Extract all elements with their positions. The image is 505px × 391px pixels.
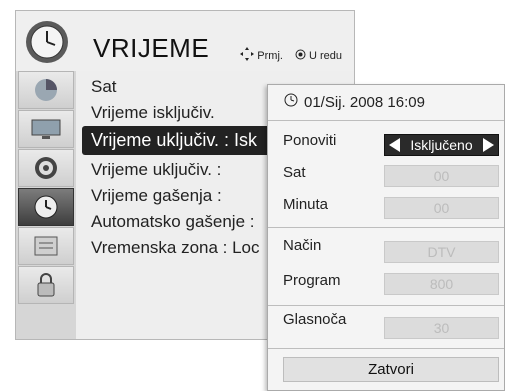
popup-divider [268,305,504,306]
clock-icon [19,16,75,68]
arrow-left-icon[interactable] [389,138,400,152]
audio-icon[interactable] [18,149,74,187]
ok-hint: U redu [295,49,342,63]
screen-icon[interactable] [18,110,74,148]
lock-icon[interactable] [18,266,74,304]
picture-icon[interactable] [18,71,74,109]
popup-datetime: 01/Sij. 2008 16:09 [284,93,425,111]
move-hint-label: Prmj. [257,49,283,62]
menu-item-sleep-timer[interactable]: Vrijeme gašenja : [91,186,222,206]
category-sidebar [18,71,76,337]
move-hint: Prmj. [240,47,283,64]
time-category-icon[interactable] [18,188,74,226]
program-label: Program [283,272,341,289]
arrow-right-icon[interactable] [482,138,494,152]
dpad-icon [240,47,255,64]
menu-title: VRIJEME [93,33,210,63]
menu-item-auto-sleep[interactable]: Automatsko gašenje : [91,212,254,232]
popup-divider [268,120,504,121]
menu-item-on-time[interactable]: Vrijeme uključiv. : [91,160,221,180]
hour-field[interactable]: 00 [384,165,499,187]
small-clock-icon [284,93,298,111]
hour-label: Sat [283,164,306,181]
menu-item-clock[interactable]: Sat [91,77,117,97]
mode-label: Način [283,237,322,254]
repeat-value: Isključeno [410,136,473,153]
menu-header: VRIJEME Prmj. U redu [16,11,354,71]
repeat-label: Ponoviti [283,132,337,149]
menu-item-time-zone[interactable]: Vremenska zona : Loc [91,238,260,258]
popup-divider [268,348,504,349]
volume-field[interactable]: 30 [384,317,499,339]
popup-divider [268,227,504,228]
program-field[interactable]: 800 [384,273,499,295]
option-icon[interactable] [18,227,74,265]
key-hints: Prmj. U redu [240,47,342,64]
menu-item-off-time[interactable]: Vrijeme isključiv. [91,103,215,123]
minute-field[interactable]: 00 [384,197,499,219]
ok-hint-label: U redu [308,49,342,62]
datetime-text: 01/Sij. 2008 16:09 [304,93,425,111]
on-time-popup: 01/Sij. 2008 16:09 Ponoviti Isključeno S… [267,84,505,391]
mode-field[interactable]: DTV [384,241,499,263]
volume-label: Glasnoča [283,311,347,328]
minute-label: Minuta [283,196,329,213]
ok-button-icon [295,49,306,63]
repeat-selector[interactable]: Isključeno [384,134,499,156]
close-button[interactable]: Zatvori [283,357,499,382]
